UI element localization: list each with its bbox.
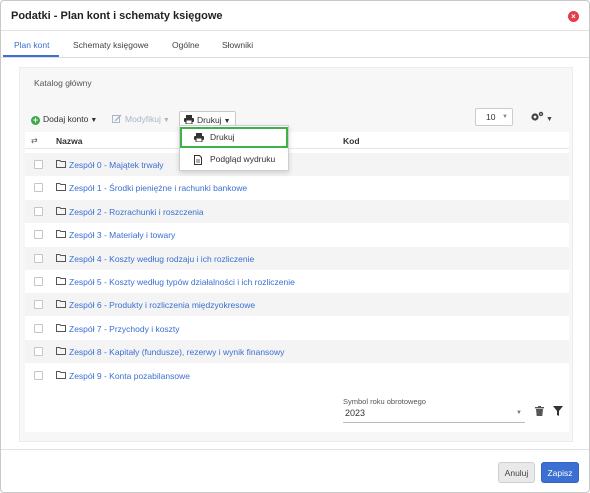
table-row[interactable]: Zespół 9 - Konta pozabilansowe	[25, 364, 569, 387]
table-row[interactable]: Zespół 6 - Produkty i rozliczenia między…	[25, 293, 569, 317]
tab-ogolne[interactable]: Ogólne	[172, 40, 199, 50]
row-checkbox[interactable]	[34, 347, 43, 357]
tab-plan-kont[interactable]: Plan kont	[14, 40, 49, 50]
print-menu-item-print[interactable]: Drukuj	[180, 127, 288, 148]
row-checkbox[interactable]	[34, 370, 43, 380]
row-checkbox[interactable]	[34, 253, 43, 263]
column-header-code[interactable]: Kod	[343, 136, 360, 146]
fiscal-year-select[interactable]: 2023 ▼	[343, 403, 525, 423]
folder-icon	[56, 277, 66, 285]
fiscal-year-value: 2023	[345, 408, 366, 418]
row-name-link[interactable]: Zespół 9 - Konta pozabilansowe	[69, 371, 190, 381]
cancel-button[interactable]: Anuluj	[498, 462, 535, 483]
table-row[interactable]: Zespół 7 - Przychody i koszty	[25, 317, 569, 340]
folder-icon	[56, 160, 66, 168]
settings-menu-button[interactable]: ▼	[530, 111, 553, 124]
row-checkbox[interactable]	[34, 206, 43, 216]
row-name-link[interactable]: Zespół 7 - Przychody i koszty	[69, 324, 180, 334]
title-bar: Podatki - Plan kont i schematy księgowe …	[1, 1, 589, 31]
chevron-down-icon: ▼	[223, 118, 231, 125]
add-account-button[interactable]: + Dodaj konto ▼	[31, 111, 97, 127]
folder-icon	[56, 323, 66, 332]
add-account-label: Dodaj konto	[43, 114, 89, 124]
sort-toggle-icon[interactable]: ⇄	[31, 136, 38, 145]
folder-icon	[56, 253, 66, 262]
table-row[interactable]: Zespół 8 - Kapitały (fundusze), rezerwy …	[25, 340, 569, 364]
column-header-name[interactable]: Nazwa	[56, 136, 82, 146]
table-row[interactable]: Zespół 1 - Środki pieniężne i rachunki b…	[25, 176, 569, 199]
content-panel: Katalog główny + Dodaj konto ▼ Modyfikuj ▼ …	[19, 67, 573, 442]
row-name-link[interactable]: Zespół 5 - Koszty według typów działalno…	[69, 277, 295, 287]
row-name-link[interactable]: Zespół 8 - Kapitały (fundusze), rezerwy …	[69, 347, 284, 357]
chevron-down-icon: ▼	[502, 114, 508, 120]
fiscal-year-label: Symbol roku obrotowego	[343, 397, 426, 406]
document-icon	[194, 155, 202, 165]
printer-icon	[194, 133, 204, 142]
chevron-down-icon: ▼	[516, 410, 522, 416]
dialog-footer: Anuluj Zapisz	[1, 449, 589, 493]
row-checkbox[interactable]	[34, 230, 43, 240]
table-row[interactable]: Zespół 4 - Koszty według rodzaju i ich r…	[25, 246, 569, 270]
tab-bar: Plan kont Schematy księgowe Ogólne Słown…	[1, 32, 589, 58]
modify-label: Modyfikuj	[125, 114, 161, 124]
row-name-link[interactable]: Zespół 4 - Koszty według rodzaju i ich r…	[69, 254, 254, 264]
modify-button[interactable]: Modyfikuj ▼	[112, 111, 170, 127]
print-menu-item-preview[interactable]: Podgląd wydruku	[180, 149, 288, 170]
filter-icon[interactable]	[553, 406, 563, 416]
chevron-down-icon: ▼	[162, 117, 170, 124]
page-size-value: 10	[486, 112, 496, 122]
row-name-link[interactable]: Zespół 1 - Środki pieniężne i rachunki b…	[69, 183, 247, 193]
tab-slowniki[interactable]: Słowniki	[222, 40, 253, 50]
table-row[interactable]: Zespół 0 - Majątek trwały	[25, 153, 569, 176]
edit-icon	[112, 114, 122, 123]
row-checkbox[interactable]	[34, 323, 43, 333]
folder-icon	[56, 300, 66, 309]
active-tab-indicator	[3, 55, 59, 57]
plus-icon: +	[31, 115, 40, 125]
folder-icon	[56, 206, 66, 215]
save-button[interactable]: Zapisz	[541, 462, 579, 483]
row-checkbox[interactable]	[34, 300, 43, 310]
chevron-down-icon: ▼	[546, 116, 553, 123]
print-menu: Drukuj Podgląd wydruku	[179, 125, 289, 171]
gears-icon	[531, 111, 544, 121]
print-menu-item-label: Podgląd wydruku	[210, 154, 276, 164]
table-row[interactable]: Zespół 3 - Materiały i towary	[25, 223, 569, 246]
tab-schematy-ksiegowe[interactable]: Schematy księgowe	[73, 40, 149, 50]
row-checkbox[interactable]	[34, 183, 43, 193]
chevron-down-icon: ▼	[90, 117, 98, 124]
folder-icon	[56, 370, 66, 379]
grid-header: ⇄ Nazwa Kod	[25, 132, 569, 149]
breadcrumb[interactable]: Katalog główny	[34, 78, 92, 88]
printer-icon	[184, 115, 194, 125]
accounts-grid: ⇄ Nazwa Kod Zespół 0 - Majątek trwały Zes…	[25, 132, 569, 432]
row-checkbox[interactable]	[34, 160, 43, 169]
table-row[interactable]: Zespół 5 - Koszty według typów działalno…	[25, 270, 569, 293]
row-checkbox[interactable]	[34, 277, 43, 286]
row-name-link[interactable]: Zespół 0 - Majątek trwały	[69, 160, 163, 170]
dialog-title: Podatki - Plan kont i schematy księgowe	[11, 10, 223, 22]
close-icon[interactable]: ×	[568, 11, 579, 22]
folder-icon	[56, 183, 66, 192]
row-name-link[interactable]: Zespół 2 - Rozrachunki i roszczenia	[69, 207, 204, 217]
page-size-select[interactable]: 10 ▼	[475, 108, 513, 126]
print-label: Drukuj	[197, 115, 222, 125]
table-row[interactable]: Zespół 2 - Rozrachunki i roszczenia	[25, 199, 569, 223]
row-name-link[interactable]: Zespół 6 - Produkty i rozliczenia między…	[69, 300, 255, 310]
folder-icon	[56, 230, 66, 239]
row-name-link[interactable]: Zespół 3 - Materiały i towary	[69, 230, 175, 240]
print-menu-item-label: Drukuj	[210, 132, 235, 142]
trash-icon[interactable]	[535, 406, 544, 416]
dialog-window: Podatki - Plan kont i schematy księgowe …	[0, 0, 590, 493]
folder-icon	[56, 347, 66, 356]
